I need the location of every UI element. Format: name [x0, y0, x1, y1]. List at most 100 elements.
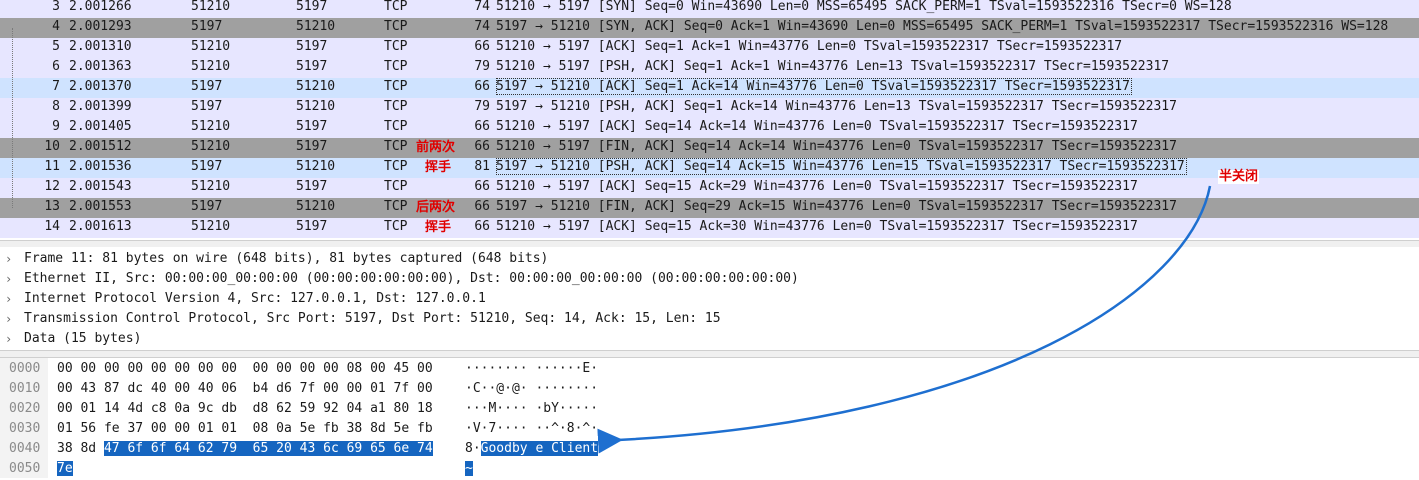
- packet-cell-dst: 51210: [296, 19, 336, 34]
- ascii-plain: ········ ······E·: [465, 361, 599, 376]
- ascii-highlighted: Goodby e Client: [480, 441, 599, 456]
- packet-cell-no: 10: [44, 139, 60, 154]
- hex-bytes[interactable]: 00 00 00 00 00 00 00 00 00 00 00 00 08 0…: [57, 360, 433, 378]
- chevron-right-icon[interactable]: ›: [5, 329, 12, 349]
- packet-cell-no: 6: [52, 59, 60, 74]
- ascii-bytes[interactable]: ···M···· ·bY·····: [465, 400, 598, 418]
- packet-cell-len: 66: [474, 119, 490, 134]
- bytes-row: 0030 01 56 fe 37 00 00 01 01 08 0a 5e fb …: [0, 420, 1419, 440]
- packet-cell-info: 51210 → 5197 [PSH, ACK] Seq=1 Ack=1 Win=…: [496, 59, 1170, 74]
- packet-cell-no: 8: [52, 99, 60, 114]
- packet-cell-len: 66: [474, 139, 490, 154]
- packet-cell-info: 5197 → 51210 [FIN, ACK] Seq=29 Ack=15 Wi…: [496, 199, 1177, 214]
- packet-cell-len: 79: [474, 99, 490, 114]
- packet-cell-proto: TCP: [384, 159, 408, 174]
- packet-cell-no: 11: [44, 159, 60, 174]
- packet-cell-dst: 51210: [296, 79, 336, 94]
- packet-row[interactable]: 7 2.001370 5197 51210 TCP 66 5197 → 51210 [ACK…: [0, 78, 1419, 98]
- packet-cell-no: 9: [52, 119, 60, 134]
- packet-cell-len: 66: [474, 199, 490, 214]
- detail-tree-item[interactable]: › Ethernet II, Src: 00:00:00_00:00:00 (00…: [0, 269, 1419, 289]
- packet-row[interactable]: 13 2.001553 5197 51210 TCP 66 5197 → 51210 [FI…: [0, 198, 1419, 218]
- hex-bytes[interactable]: 00 43 87 dc 40 00 40 06 b4 d6 7f 00 00 0…: [57, 380, 433, 398]
- hex-plain: 00 43 87 dc 40 00 40 06 b4 d6 7f 00 00 0…: [57, 381, 433, 396]
- hex-bytes[interactable]: 01 56 fe 37 00 00 01 01 08 0a 5e fb 38 8…: [57, 420, 433, 438]
- packet-row[interactable]: 10 2.001512 51210 5197 TCP 66 51210 → 5197 [FI…: [0, 138, 1419, 158]
- chevron-right-icon[interactable]: ›: [5, 309, 12, 329]
- packet-cell-info: 51210 → 5197 [ACK] Seq=14 Ack=14 Win=437…: [496, 119, 1138, 134]
- packet-cell-no: 4: [52, 19, 60, 34]
- packet-cell-time: 2.001512: [69, 139, 132, 154]
- packet-cell-src: 5197: [191, 79, 223, 94]
- packet-row[interactable]: 6 2.001363 51210 5197 TCP 79 51210 → 5197 [PSH…: [0, 58, 1419, 78]
- packet-cell-proto: TCP: [384, 19, 408, 34]
- ascii-bytes[interactable]: 8·Goodby e Client: [465, 440, 599, 458]
- packet-cell-len: 66: [474, 39, 490, 54]
- packet-cell-time: 2.001310: [69, 39, 132, 54]
- packet-cell-time: 2.001399: [69, 99, 132, 114]
- packet-cell-dst: 5197: [296, 119, 328, 134]
- packet-row[interactable]: 5 2.001310 51210 5197 TCP 66 51210 → 5197 [ACK…: [0, 38, 1419, 58]
- packet-cell-info: 51210 → 5197 [ACK] Seq=1 Ack=1 Win=43776…: [496, 39, 1123, 54]
- byte-offset: 0020: [9, 401, 41, 416]
- packet-cell-len: 66: [474, 79, 490, 94]
- detail-label: Transmission Control Protocol, Src Port:…: [24, 311, 721, 326]
- packet-cell-time: 2.001363: [69, 59, 132, 74]
- packet-row[interactable]: 8 2.001399 5197 51210 TCP 79 5197 → 51210 [PSH…: [0, 98, 1419, 118]
- packet-cell-dst: 5197: [296, 39, 328, 54]
- ascii-bytes[interactable]: ········ ······E·: [465, 360, 598, 378]
- annotation-last-two-line1: 后两次: [416, 200, 456, 215]
- packet-cell-info: 51210 → 5197 [ACK] Seq=15 Ack=30 Win=437…: [496, 219, 1138, 234]
- annotation-last-two-line2: 挥手: [425, 220, 452, 235]
- chevron-right-icon[interactable]: ›: [5, 269, 12, 289]
- byte-offset: 0040: [9, 441, 41, 456]
- packet-cell-no: 5: [52, 39, 60, 54]
- packet-cell-src: 51210: [191, 39, 231, 54]
- packet-cell-info: 5197 → 51210 [PSH, ACK] Seq=1 Ack=14 Win…: [496, 99, 1177, 114]
- ascii-bytes[interactable]: ·V·7···· ··^·8·^·: [465, 420, 598, 438]
- packet-cell-time: 2.001553: [69, 199, 132, 214]
- hex-bytes[interactable]: 7e: [57, 460, 73, 478]
- packet-row[interactable]: 14 2.001613 51210 5197 TCP 66 51210 → 5197 [AC…: [0, 218, 1419, 238]
- packet-cell-src: 51210: [191, 219, 231, 234]
- detail-tree-item[interactable]: › Transmission Control Protocol, Src Port…: [0, 309, 1419, 329]
- detail-tree-item[interactable]: › Frame 11: 81 bytes on wire (648 bits), …: [0, 249, 1419, 269]
- ascii-bytes[interactable]: ·C··@·@· ········: [465, 380, 598, 398]
- detail-tree-item[interactable]: › Data (15 bytes): [0, 329, 1419, 349]
- packet-cell-len: 79: [474, 59, 490, 74]
- packet-details-pane: › Frame 11: 81 bytes on wire (648 bits), …: [0, 247, 1419, 350]
- packet-cell-len: 66: [474, 219, 490, 234]
- ascii-plain: ·C··@·@· ········: [465, 381, 599, 396]
- packet-cell-len: 74: [474, 0, 490, 14]
- ascii-bytes[interactable]: ~: [465, 460, 473, 478]
- packet-cell-proto: TCP: [384, 0, 408, 14]
- packet-cell-len: 81: [474, 159, 490, 174]
- packet-row[interactable]: 3 2.001266 51210 5197 TCP 74 51210 → 5197 [SYN…: [0, 0, 1419, 18]
- pane-splitter-bottom[interactable]: [0, 350, 1419, 358]
- packet-row[interactable]: 9 2.001405 51210 5197 TCP 66 51210 → 5197 [ACK…: [0, 118, 1419, 138]
- detail-label: Ethernet II, Src: 00:00:00_00:00:00 (00:…: [24, 271, 799, 286]
- packet-cell-src: 51210: [191, 0, 231, 14]
- packet-cell-src: 5197: [191, 99, 223, 114]
- packet-cell-len: 74: [474, 19, 490, 34]
- bytes-row: 0020 00 01 14 4d c8 0a 9c db d8 62 59 92 …: [0, 400, 1419, 420]
- packet-row[interactable]: 4 2.001293 5197 51210 TCP 74 5197 → 51210 [SYN…: [0, 18, 1419, 38]
- packet-cell-src: 5197: [191, 199, 223, 214]
- packet-cell-dst: 51210: [296, 159, 336, 174]
- packet-cell-no: 13: [44, 199, 60, 214]
- annotation-first-two-line1: 前两次: [416, 140, 456, 155]
- packet-cell-src: 51210: [191, 59, 231, 74]
- packet-cell-src: 51210: [191, 139, 231, 154]
- ascii-plain: ···M···· ·bY·····: [465, 401, 599, 416]
- hex-bytes[interactable]: 38 8d 47 6f 6f 64 62 79 65 20 43 6c 69 6…: [57, 440, 433, 458]
- chevron-right-icon[interactable]: ›: [5, 249, 12, 269]
- ascii-highlighted: ~: [465, 461, 473, 476]
- chevron-right-icon[interactable]: ›: [5, 289, 12, 309]
- packet-cell-src: 5197: [191, 159, 223, 174]
- detail-label: Data (15 bytes): [24, 331, 142, 346]
- packet-row[interactable]: 12 2.001543 51210 5197 TCP 66 51210 → 5197 [AC…: [0, 178, 1419, 198]
- packet-cell-proto: TCP: [384, 59, 408, 74]
- packet-row[interactable]: 11 2.001536 5197 51210 TCP 81 5197 → 51210 [PS…: [0, 158, 1419, 178]
- hex-bytes[interactable]: 00 01 14 4d c8 0a 9c db d8 62 59 92 04 a…: [57, 400, 433, 418]
- detail-tree-item[interactable]: › Internet Protocol Version 4, Src: 127.0…: [0, 289, 1419, 309]
